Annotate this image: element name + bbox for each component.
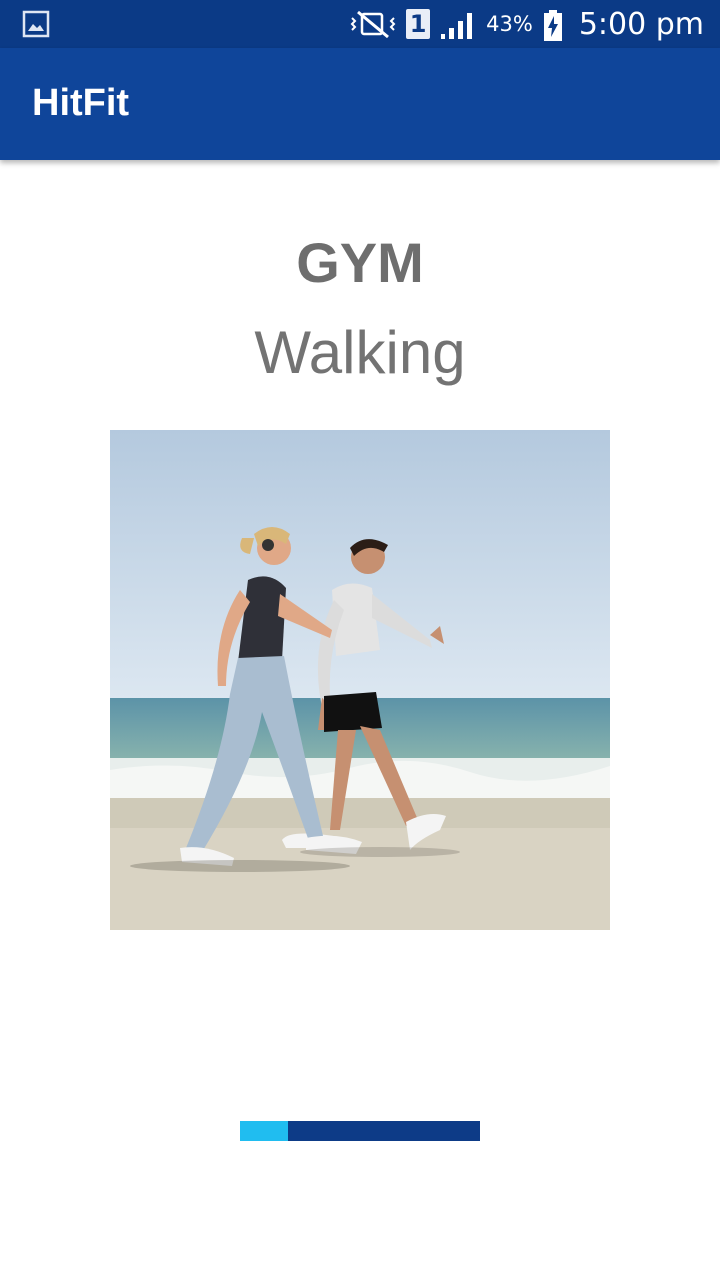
status-bar: 1 43% 5:00 pm [0, 0, 720, 48]
exercise-photo [110, 430, 610, 930]
app-bar: HitFit [0, 48, 720, 160]
status-icons: 1 43% 5:00 pm [350, 0, 704, 48]
progress-fill [240, 1121, 288, 1141]
workout-progress-bar [240, 1121, 480, 1141]
exercise-name: Walking [254, 319, 466, 386]
battery-percent: 43% [486, 12, 533, 36]
sim-1-icon: 1 [406, 9, 431, 39]
battery-charging-icon [543, 10, 563, 41]
clock: 5:00 pm [578, 6, 704, 42]
gallery-notification-icon [22, 10, 50, 38]
signal-icon [440, 10, 476, 39]
workout-category: GYM [296, 231, 424, 294]
app-title: HitFit [32, 82, 130, 124]
vibrate-mute-icon [350, 10, 396, 39]
